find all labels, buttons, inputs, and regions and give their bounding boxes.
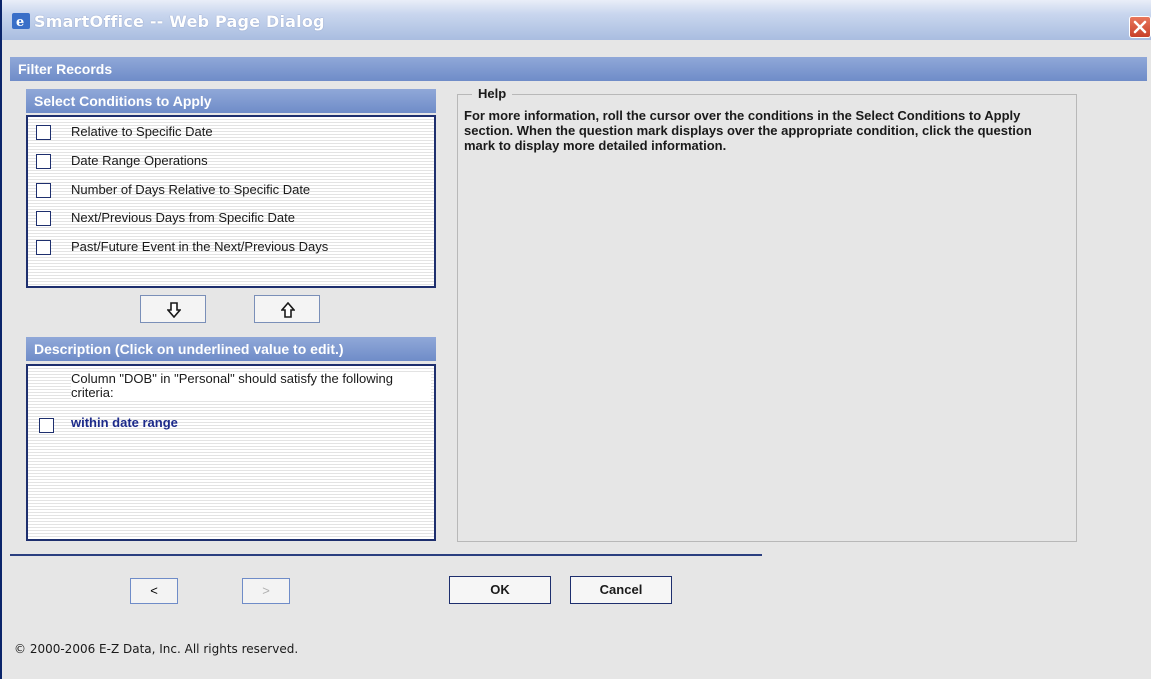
- browser-icon: e: [12, 13, 30, 30]
- help-legend: Help: [472, 86, 513, 101]
- next-button[interactable]: >: [242, 578, 290, 604]
- condition-label: Relative to Specific Date: [71, 124, 213, 139]
- conditions-list: Relative to Specific Date Date Range Ope…: [26, 115, 436, 288]
- condition-checkbox[interactable]: [36, 183, 51, 198]
- footer-divider: [10, 554, 762, 556]
- condition-checkbox[interactable]: [36, 154, 51, 169]
- help-text: For more information, roll the cursor ov…: [464, 108, 1032, 153]
- conditions-header: Select Conditions to Apply: [26, 89, 436, 113]
- description-header: Description (Click on underlined value t…: [26, 337, 436, 361]
- previous-button[interactable]: <: [130, 578, 178, 604]
- copyright-text: © 2000-2006 E-Z Data, Inc. All rights re…: [14, 642, 299, 656]
- cancel-button[interactable]: Cancel: [570, 576, 672, 604]
- criteria-checkbox[interactable]: [39, 418, 54, 433]
- condition-label: Number of Days Relative to Specific Date: [71, 182, 311, 197]
- conditions-header-label: Select Conditions to Apply: [34, 93, 212, 109]
- dialog-title: Filter Records: [18, 61, 113, 77]
- svg-text:e: e: [16, 15, 24, 29]
- description-panel: Column "DOB" in "Personal" should satisf…: [26, 364, 436, 541]
- criteria-link-within-date-range[interactable]: within date range: [71, 415, 178, 430]
- condition-label: Date Range Operations: [71, 153, 208, 168]
- close-button[interactable]: [1129, 16, 1151, 38]
- condition-checkbox[interactable]: [36, 125, 51, 140]
- title-bar[interactable]: e SmartOffice -- Web Page Dialog: [2, 0, 1151, 40]
- help-panel: [457, 94, 1077, 542]
- condition-label: Next/Previous Days from Specific Date: [71, 210, 295, 225]
- condition-checkbox[interactable]: [36, 240, 51, 255]
- arrow-down-icon: [167, 302, 181, 318]
- ok-button[interactable]: OK: [449, 576, 551, 604]
- condition-label: Past/Future Event in the Next/Previous D…: [71, 239, 329, 254]
- condition-checkbox[interactable]: [36, 211, 51, 226]
- description-header-label: Description (Click on underlined value t…: [34, 341, 344, 357]
- move-down-button[interactable]: [140, 295, 206, 323]
- dialog-header: Filter Records: [10, 57, 1147, 81]
- arrow-up-icon: [281, 302, 295, 318]
- description-text: Column "DOB" in "Personal" should satisf…: [71, 372, 431, 400]
- dialog-window: e SmartOffice -- Web Page Dialog Filter …: [0, 0, 1151, 679]
- window-title: SmartOffice -- Web Page Dialog: [34, 12, 325, 31]
- move-up-button[interactable]: [254, 295, 320, 323]
- close-icon: [1133, 20, 1147, 34]
